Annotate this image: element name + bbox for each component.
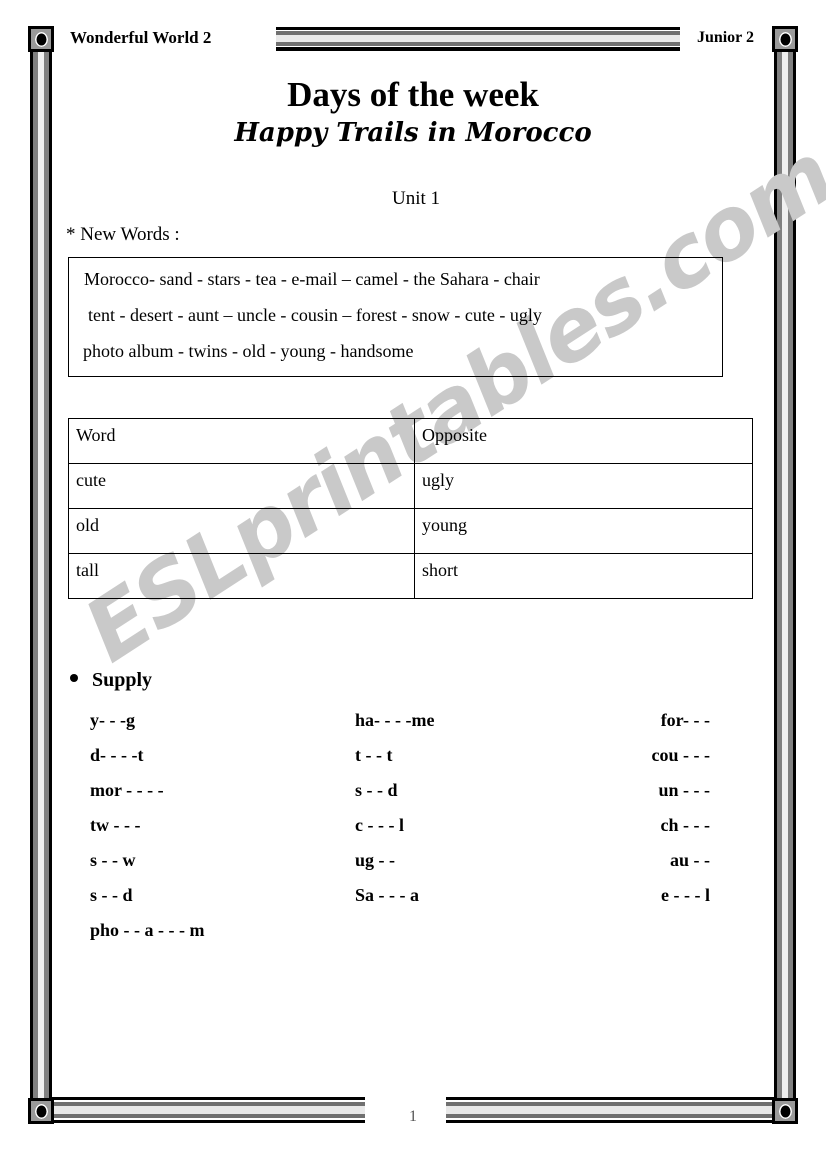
corner-ornament-top-left [28, 26, 54, 52]
supply-heading-label: Supply [92, 669, 153, 691]
new-words-box: Morocco- sand - stars - tea - e-mail – c… [68, 257, 723, 377]
supply-row: tw - - - c - - - l ch - - - [90, 815, 710, 836]
corner-ornament-top-right [772, 26, 798, 52]
supply-blank-item: s - - w [90, 850, 136, 870]
page-title: Days of the week [287, 75, 539, 114]
supply-blank-item: s - - d [90, 885, 133, 905]
supply-blank-item: ch - - - [660, 815, 710, 835]
ornament-circle-icon [778, 31, 792, 47]
table-cell-word: tall [68, 553, 415, 599]
supply-section-heading: Supply [70, 669, 774, 692]
table-cell-word: old [68, 508, 415, 554]
supply-blank-item: ug - - [355, 850, 395, 870]
supply-row: mor - - - - s - - d un - - - [90, 780, 710, 801]
new-words-line: tent - desert - aunt – uncle - cousin – … [88, 305, 542, 325]
supply-row: pho - - a - - - m [90, 920, 710, 941]
column-header-word: Word [68, 418, 415, 464]
left-border-column [30, 28, 52, 1122]
supply-row: y- - -g ha- - - -me for- - - [90, 710, 710, 731]
table-cell-word: cute [68, 463, 415, 509]
opposites-table: Word Opposite cute ugly old young tall s… [68, 418, 753, 599]
page-subtitle: Happy Trails in Morocco [234, 118, 592, 148]
table-row: old young [68, 508, 753, 554]
bullet-icon [70, 674, 78, 682]
new-words-line: Morocco- sand - stars - tea - e-mail – c… [84, 269, 540, 289]
supply-blank-item: y- - -g [90, 710, 135, 730]
ornament-plate [775, 29, 795, 49]
supply-blank-item: t - - t [355, 745, 393, 765]
supply-blank-item: cou - - - [651, 745, 710, 765]
worksheet-content: Days of the week Happy Trails in Morocco… [52, 60, 774, 955]
ornament-circle-icon [34, 31, 48, 47]
supply-blank-item: for- - - [660, 710, 710, 730]
supply-blank-item: Sa - - - a [355, 885, 419, 905]
supply-blank-item: pho - - a - - - m [90, 920, 205, 940]
supply-blank-item: au - - [670, 850, 710, 870]
table-row: cute ugly [68, 463, 753, 509]
page-number: 1 [409, 1108, 417, 1125]
supply-blank-item: c - - - l [355, 815, 404, 835]
table-row: tall short [68, 553, 753, 599]
supply-blank-item: mor - - - - [90, 780, 164, 800]
table-cell-opposite: young [414, 508, 753, 554]
supply-row: d- - - -t t - - t cou - - - [90, 745, 710, 766]
new-words-line: photo album - twins - old - young - hand… [83, 341, 414, 361]
supply-row: s - - d Sa - - - a e - - - l [90, 885, 710, 906]
supply-blank-item: e - - - l [661, 885, 710, 905]
supply-blank-item [545, 920, 710, 941]
supply-blank-item: s - - d [355, 780, 398, 800]
supply-blank-item: un - - - [658, 780, 710, 800]
table-cell-opposite: short [414, 553, 753, 599]
ornament-plate [31, 29, 51, 49]
header-book-title: Wonderful World 2 [66, 28, 216, 48]
supply-blank-item: ha- - - -me [355, 710, 435, 730]
table-cell-opposite: ugly [414, 463, 753, 509]
page-header: Wonderful World 2 Junior 2 [30, 28, 796, 54]
supply-blank-item [355, 920, 545, 941]
column-header-opposite: Opposite [414, 418, 753, 464]
table-header-row: Word Opposite [68, 418, 753, 464]
supply-blank-item: tw - - - [90, 815, 141, 835]
right-border-column [774, 28, 796, 1122]
new-words-section-label: * New Words : [66, 224, 180, 245]
supply-exercise-grid: y- - -g ha- - - -me for- - - d- - - -t t… [90, 710, 710, 941]
unit-label: Unit 1 [391, 188, 441, 209]
supply-row: s - - w ug - - au - - [90, 850, 710, 871]
header-level: Junior 2 [692, 29, 758, 47]
supply-blank-item: d- - - -t [90, 745, 144, 765]
